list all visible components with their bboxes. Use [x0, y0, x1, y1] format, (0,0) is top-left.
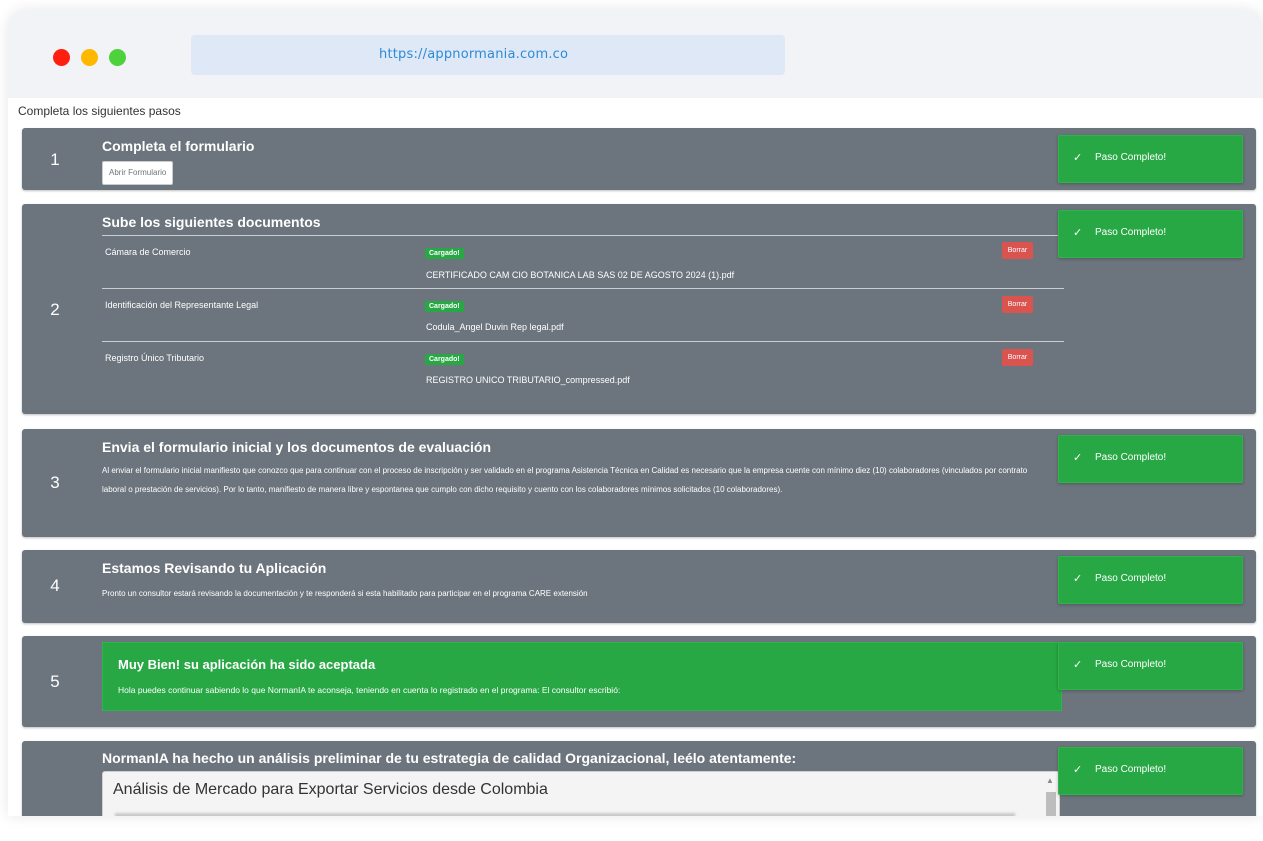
- document-name: Registro Único Tributario: [105, 353, 205, 363]
- step-2-card: 2 Sube los siguientes documentos Cámara …: [22, 204, 1256, 414]
- check-icon: ✓: [1073, 573, 1083, 585]
- step-complete-label: Paso Completo!: [1095, 659, 1167, 670]
- divider: [102, 341, 1064, 342]
- browser-window: https://appnormania.com.co Completa los …: [8, 10, 1263, 816]
- analysis-textarea[interactable]: Análisis de Mercado para Exportar Servic…: [102, 771, 1060, 816]
- step-complete-badge: ✓ Paso Completo!: [1058, 210, 1243, 258]
- url-text: https://appnormania.com.co: [379, 47, 569, 62]
- step-number: 5: [50, 672, 60, 691]
- accepted-message: Hola puedes continuar sabiendo lo que No…: [118, 685, 621, 695]
- divider: [102, 235, 1064, 236]
- document-name: Cámara de Comercio: [105, 247, 191, 257]
- step-title: NormanIA ha hecho un análisis preliminar…: [102, 750, 797, 766]
- step-complete-label: Paso Completo!: [1095, 764, 1167, 775]
- step-description: Pronto un consultor estará revisando la …: [102, 589, 588, 598]
- step-title: Completa el formulario: [102, 138, 255, 154]
- document-name: Identificación del Representante Legal: [105, 300, 259, 310]
- step-number: 2: [50, 300, 60, 319]
- step-5-card: 5 Muy Bien! su aplicación ha sido acepta…: [22, 636, 1256, 727]
- delete-document-button[interactable]: Borrar: [1002, 242, 1033, 259]
- uploaded-badge: Cargado!: [425, 354, 464, 365]
- step-complete-label: Paso Completo!: [1095, 452, 1167, 463]
- delete-document-button[interactable]: Borrar: [1002, 349, 1033, 366]
- step-number: 1: [50, 150, 60, 169]
- scroll-thumb[interactable]: [1046, 792, 1056, 816]
- step-complete-label: Paso Completo!: [1095, 227, 1167, 238]
- step-number: 3: [50, 473, 60, 492]
- step-number: 4: [50, 576, 60, 595]
- accepted-alert: Muy Bien! su aplicación ha sido aceptada…: [102, 642, 1062, 711]
- step-1-card: 1 Completa el formulario Abrir Formulari…: [22, 128, 1256, 190]
- page-content: Completa los siguientes pasos 1 Completa…: [8, 98, 1263, 816]
- check-icon: ✓: [1073, 452, 1083, 464]
- step-complete-badge: ✓ Paso Completo!: [1058, 747, 1243, 795]
- analysis-scrollbar[interactable]: ▲: [1045, 776, 1057, 816]
- step-title: Estamos Revisando tu Aplicación: [102, 560, 327, 576]
- accepted-title: Muy Bien! su aplicación ha sido aceptada: [118, 657, 376, 672]
- maximize-window-button[interactable]: [109, 49, 126, 66]
- step-complete-badge: ✓ Paso Completo!: [1058, 556, 1243, 604]
- file-link[interactable]: CERTIFICADO CAM CIO BOTANICA LAB SAS 02 …: [426, 270, 734, 280]
- step-description: Al enviar el formulario inicial manifies…: [102, 466, 1028, 494]
- step-complete-badge: ✓ Paso Completo!: [1058, 135, 1243, 183]
- minimize-window-button[interactable]: [81, 49, 98, 66]
- uploaded-badge: Cargado!: [425, 248, 464, 259]
- step-6-card: NormanIA ha hecho un análisis preliminar…: [22, 741, 1256, 816]
- check-icon: ✓: [1073, 152, 1083, 164]
- scroll-up-arrow-icon[interactable]: ▲: [1046, 776, 1054, 785]
- browser-titlebar: https://appnormania.com.co: [8, 10, 1263, 98]
- file-link[interactable]: Codula_Angel Duvin Rep legal.pdf: [426, 322, 564, 332]
- open-form-button[interactable]: Abrir Formulario: [102, 161, 174, 185]
- check-icon: ✓: [1073, 764, 1083, 776]
- step-complete-badge: ✓ Paso Completo!: [1058, 642, 1243, 690]
- address-bar[interactable]: https://appnormania.com.co: [191, 35, 785, 75]
- delete-document-button[interactable]: Borrar: [1002, 296, 1033, 313]
- step-complete-badge: ✓ Paso Completo!: [1058, 435, 1243, 483]
- analysis-title: Análisis de Mercado para Exportar Servic…: [113, 781, 548, 798]
- file-link[interactable]: REGISTRO UNICO TRIBUTARIO_compressed.pdf: [426, 375, 630, 385]
- step-title: Sube los siguientes documentos: [102, 214, 321, 230]
- close-window-button[interactable]: [53, 49, 70, 66]
- step-4-card: 4 Estamos Revisando tu Aplicación Pronto…: [22, 550, 1256, 623]
- check-icon: ✓: [1073, 659, 1083, 671]
- step-title: Envia el formulario inicial y los docume…: [102, 439, 491, 455]
- uploaded-badge: Cargado!: [425, 301, 464, 312]
- step-3-card: 3 Envia el formulario inicial y los docu…: [22, 429, 1256, 537]
- step-complete-label: Paso Completo!: [1095, 152, 1167, 163]
- check-icon: ✓: [1073, 227, 1083, 239]
- divider: [102, 288, 1064, 289]
- analysis-text-preview: [115, 813, 1015, 816]
- step-complete-label: Paso Completo!: [1095, 573, 1167, 584]
- page-heading: Completa los siguientes pasos: [18, 104, 181, 118]
